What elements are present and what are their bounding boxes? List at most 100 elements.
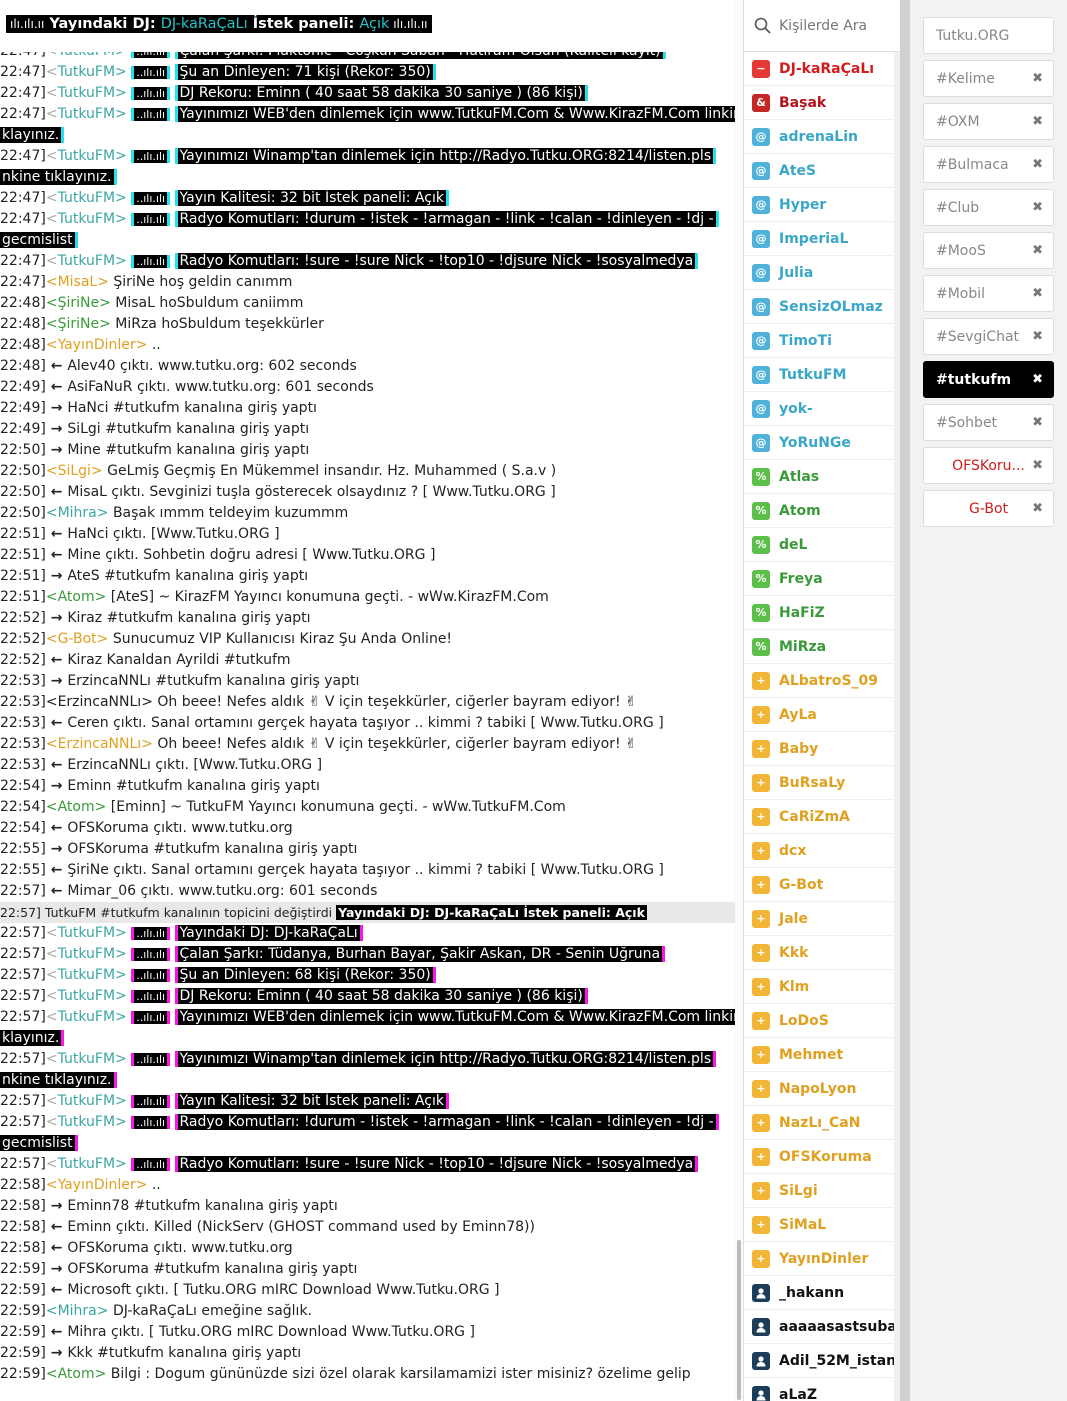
nick-value[interactable]: TutkuFM <box>58 946 115 962</box>
user-name[interactable]: SiMaL <box>779 1217 826 1233</box>
user-item[interactable]: @ TutkuFM <box>744 358 900 392</box>
user-item[interactable]: aaaaasastsubay <box>744 1310 900 1344</box>
room-tab-label[interactable]: #MooS <box>936 243 986 259</box>
room-tab[interactable]: #MooS ✖ <box>923 232 1054 269</box>
room-tab-label[interactable]: #OXM <box>936 114 980 130</box>
user-name[interactable]: Kkk <box>779 945 808 961</box>
user-name[interactable]: Klm <box>779 979 809 995</box>
nick[interactable]: <TutkuFM> <box>46 148 131 164</box>
nick-value[interactable]: ErzincaNNLı <box>58 694 142 710</box>
room-tab-label[interactable]: #Mobil <box>936 286 985 302</box>
nick-value[interactable]: TutkuFM <box>58 925 115 941</box>
room-tab[interactable]: #SevgiChat ✖ <box>923 318 1054 355</box>
user-name[interactable]: Baby <box>779 741 818 757</box>
user-item[interactable]: @ Hyper <box>744 188 900 222</box>
user-name[interactable]: OFSKoruma <box>779 1149 872 1165</box>
close-icon[interactable]: ✖ <box>1032 114 1043 129</box>
user-name[interactable]: Hyper <box>779 197 826 213</box>
user-name[interactable]: TutkuFM <box>779 367 846 383</box>
user-item[interactable]: + NazLı_CaN <box>744 1106 900 1140</box>
user-name[interactable]: YayınDinler <box>779 1251 868 1267</box>
user-item[interactable]: + AyLa <box>744 698 900 732</box>
user-name[interactable]: SiLgi <box>779 1183 818 1199</box>
user-name[interactable]: AyLa <box>779 707 817 723</box>
user-item[interactable]: @ ImperiaL <box>744 222 900 256</box>
user-item[interactable]: @ Julia <box>744 256 900 290</box>
nick[interactable]: <ErzincaNNLı> <box>46 694 158 710</box>
user-name[interactable]: Mehmet <box>779 1047 843 1063</box>
room-tab[interactable]: #OXM ✖ <box>923 103 1054 140</box>
nick-value[interactable]: TutkuFM <box>58 988 115 1004</box>
user-item[interactable]: @ SensizOLmaz <box>744 290 900 324</box>
user-name[interactable]: aaaaasastsubay <box>779 1319 900 1335</box>
user-name[interactable]: Jale <box>779 911 808 927</box>
user-name[interactable]: Julia <box>779 265 813 281</box>
close-icon[interactable]: ✖ <box>1032 329 1043 344</box>
user-item[interactable]: + Baby <box>744 732 900 766</box>
nick-value[interactable]: YayınDinler <box>58 1177 136 1193</box>
user-item[interactable]: @ TimoTi <box>744 324 900 358</box>
nick-value[interactable]: TutkuFM <box>58 1093 115 1109</box>
user-name[interactable]: LoDoS <box>779 1013 829 1029</box>
close-icon[interactable]: ✖ <box>1032 157 1043 172</box>
user-item[interactable]: @ AteS <box>744 154 900 188</box>
chat-scrollbar-thumb[interactable] <box>737 1240 741 1400</box>
user-name[interactable]: Atlas <box>779 469 819 485</box>
nick-value[interactable]: TutkuFM <box>58 1051 115 1067</box>
user-search-input[interactable]: Kişilerde Ara <box>779 18 867 34</box>
user-item[interactable]: + OFSKoruma <box>744 1140 900 1174</box>
user-item[interactable]: + LoDoS <box>744 1004 900 1038</box>
nick-value[interactable]: Atom <box>58 1366 95 1382</box>
user-item[interactable]: aLaZ <box>744 1378 900 1401</box>
room-tab[interactable]: #Kelime ✖ <box>923 60 1054 97</box>
close-icon[interactable]: ✖ <box>1032 372 1043 387</box>
nick[interactable]: <TutkuFM> <box>46 967 131 983</box>
user-item[interactable]: % Atom <box>744 494 900 528</box>
user-item[interactable]: @ adrenaLin <box>744 120 900 154</box>
user-item[interactable]: @ YoRuNGe <box>744 426 900 460</box>
user-item[interactable]: + CaRiZmA <box>744 800 900 834</box>
user-item[interactable]: % Freya <box>744 562 900 596</box>
room-tab-label[interactable]: #Kelime <box>936 71 995 87</box>
user-item[interactable]: + YayınDinler <box>744 1242 900 1276</box>
close-icon[interactable]: ✖ <box>1032 501 1043 516</box>
nick-value[interactable]: G-Bot <box>58 631 97 647</box>
user-item[interactable]: + NapoLyon <box>744 1072 900 1106</box>
nick-value[interactable]: Mihra <box>58 505 97 521</box>
nick[interactable]: <TutkuFM> <box>46 988 131 1004</box>
user-name[interactable]: aLaZ <box>779 1387 817 1401</box>
close-icon[interactable]: ✖ <box>1032 200 1043 215</box>
user-name[interactable]: HaFiZ <box>779 605 825 621</box>
nick[interactable]: <TutkuFM> <box>46 253 131 269</box>
user-item[interactable]: _hakann <box>744 1276 900 1310</box>
nick[interactable]: <TutkuFM> <box>46 64 131 80</box>
nick[interactable]: <Atom> <box>46 799 111 815</box>
room-tab[interactable]: #tutkufm ✖ <box>923 361 1054 398</box>
user-item[interactable]: Adil_52M_istan <box>744 1344 900 1378</box>
nick-value[interactable]: TutkuFM <box>58 148 115 164</box>
nick-value[interactable]: TutkuFM <box>58 253 115 269</box>
user-name[interactable]: ALbatroS_09 <box>779 673 878 689</box>
nick[interactable]: <TutkuFM> <box>46 1114 131 1130</box>
nick-value[interactable]: Mihra <box>58 1303 97 1319</box>
nick-value[interactable]: TutkuFM <box>58 64 115 80</box>
room-tab[interactable]: #Sohbet ✖ <box>923 404 1054 441</box>
user-item[interactable]: + dcx <box>744 834 900 868</box>
nick-value[interactable]: MisaL <box>58 274 98 290</box>
nick[interactable]: <SiLgi> <box>46 463 107 479</box>
room-tab-label[interactable]: #Bulmaca <box>936 157 1009 173</box>
chat-scrollbar[interactable] <box>735 0 743 1401</box>
nick-value[interactable]: TutkuFM <box>58 106 115 122</box>
user-item[interactable]: + Klm <box>744 970 900 1004</box>
nick[interactable]: <YayınDinler> <box>46 1177 152 1193</box>
room-tab-label[interactable]: #SevgiChat <box>936 329 1019 345</box>
nick[interactable]: <TutkuFM> <box>46 106 131 122</box>
room-tab[interactable]: #Bulmaca ✖ <box>923 146 1054 183</box>
user-name[interactable]: Freya <box>779 571 823 587</box>
nick[interactable]: <ŞiriNe> <box>46 295 115 311</box>
nick-value[interactable]: TutkuFM <box>58 85 115 101</box>
user-name[interactable]: deL <box>779 537 807 553</box>
user-name[interactable]: NazLı_CaN <box>779 1115 860 1131</box>
nick[interactable]: <TutkuFM> <box>46 190 131 206</box>
nick-value[interactable]: YayınDinler <box>58 337 136 353</box>
